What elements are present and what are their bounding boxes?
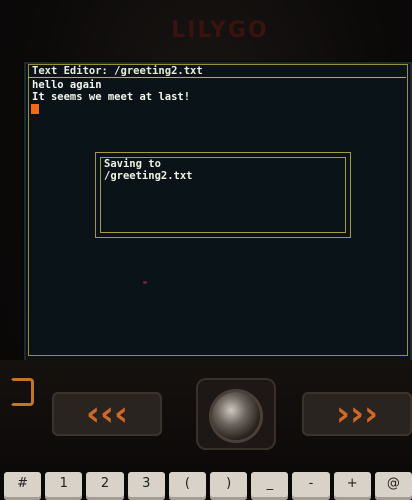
editor-title: Text Editor: /greeting2.txt	[32, 65, 203, 77]
stray-pixel	[143, 281, 147, 284]
editor-line-2[interactable]: It seems we meet at last!	[32, 92, 190, 103]
key-close-paren[interactable]: )	[210, 472, 248, 500]
key-3[interactable]: 3	[127, 472, 165, 500]
key-minus[interactable]: -	[292, 472, 330, 500]
side-light-icon	[10, 378, 34, 406]
keyboard-top-row: # 1 2 3 ( ) _ - + @	[0, 472, 412, 500]
brand-logo: LILYGO	[171, 18, 269, 43]
trackball-icon[interactable]	[212, 392, 260, 440]
chevron-right-icon: ›››	[335, 394, 379, 434]
editor-line-1[interactable]: hello again	[32, 80, 102, 91]
key-open-paren[interactable]: (	[168, 472, 207, 500]
key-hash[interactable]: #	[4, 472, 42, 500]
key-underscore[interactable]: _	[251, 472, 289, 500]
key-plus[interactable]: +	[333, 472, 371, 500]
key-1[interactable]: 1	[45, 472, 83, 500]
text-cursor	[31, 104, 39, 114]
right-arrow-button[interactable]: ›››	[302, 392, 412, 436]
key-2[interactable]: 2	[86, 472, 124, 500]
title-divider	[28, 77, 406, 78]
save-dialog-path: /greeting2.txt	[104, 170, 193, 182]
keyboard-gap	[0, 464, 412, 472]
chevron-left-icon: ‹‹‹	[85, 394, 129, 434]
save-dialog-message: Saving to	[104, 158, 161, 170]
left-arrow-button[interactable]: ‹‹‹	[52, 392, 162, 436]
key-at[interactable]: @	[374, 472, 412, 500]
